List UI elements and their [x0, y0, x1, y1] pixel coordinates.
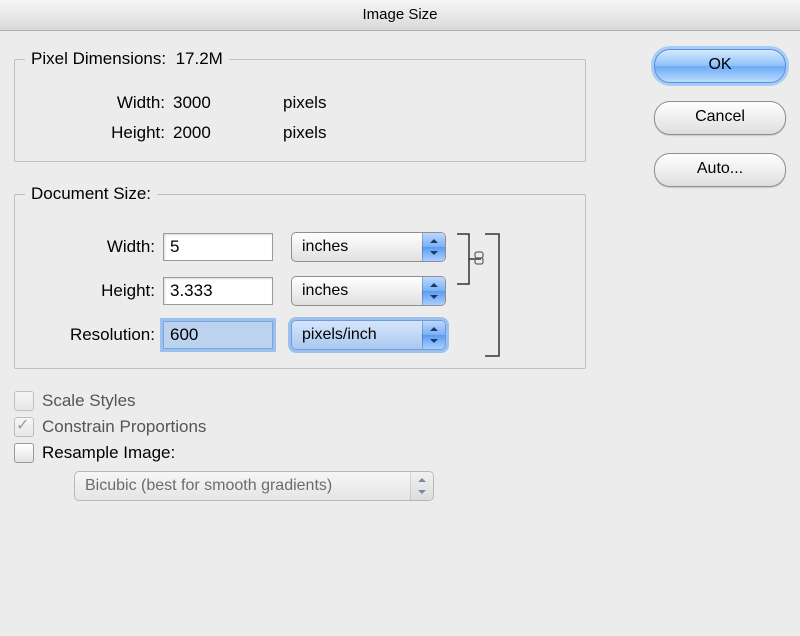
cancel-button[interactable]: Cancel [654, 101, 786, 135]
constrain-link-icon [455, 226, 525, 376]
document-size-group: Document Size: Width: [14, 184, 586, 369]
constrain-proportions-checkbox [14, 417, 34, 437]
resample-image-row: Resample Image: [14, 443, 586, 463]
pd-width-value: 3000 [173, 93, 283, 113]
height-input[interactable] [163, 277, 273, 305]
constrain-proportions-label: Constrain Proportions [42, 417, 206, 437]
pd-width-unit: pixels [283, 93, 326, 113]
pixel-dimensions-legend-prefix: Pixel Dimensions: [31, 49, 166, 68]
resample-image-label: Resample Image: [42, 443, 175, 463]
width-input[interactable] [163, 233, 273, 261]
stepper-icon [422, 321, 445, 349]
width-unit-select[interactable]: inches [291, 232, 446, 262]
constrain-proportions-row: Constrain Proportions [14, 417, 586, 437]
resolution-input[interactable] [163, 321, 273, 349]
stepper-icon [422, 233, 445, 261]
resolution-unit-value: pixels/inch [302, 326, 377, 344]
stepper-icon [410, 472, 433, 500]
pd-height-unit: pixels [283, 123, 326, 143]
pixel-dimensions-legend: Pixel Dimensions: 17.2M [25, 49, 229, 69]
scale-styles-row: Scale Styles [14, 391, 586, 411]
dialog-title: Image Size [0, 0, 800, 31]
ds-height-label: Height: [25, 281, 163, 301]
width-unit-value: inches [302, 238, 348, 256]
image-size-dialog: Image Size Pixel Dimensions: 17.2M Width… [0, 0, 800, 636]
ds-width-label: Width: [25, 237, 163, 257]
pixel-dimensions-size: 17.2M [176, 49, 223, 68]
scale-styles-checkbox [14, 391, 34, 411]
pd-width-label: Width: [25, 93, 173, 113]
ds-height-input-wrap [163, 277, 273, 305]
resample-method-value: Bicubic (best for smooth gradients) [85, 477, 332, 495]
pixel-dimensions-group: Pixel Dimensions: 17.2M Width: 3000 pixe… [14, 49, 586, 162]
height-unit-select[interactable]: inches [291, 276, 446, 306]
height-unit-value: inches [302, 282, 348, 300]
pd-height-label: Height: [25, 123, 173, 143]
ds-width-input-wrap [163, 233, 273, 261]
ds-resolution-label: Resolution: [25, 325, 163, 345]
ok-button[interactable]: OK [654, 49, 786, 83]
document-size-legend: Document Size: [25, 184, 157, 204]
stepper-icon [422, 277, 445, 305]
resolution-unit-select[interactable]: pixels/inch [291, 320, 446, 350]
scale-styles-label: Scale Styles [42, 391, 136, 411]
resample-image-checkbox[interactable] [14, 443, 34, 463]
resample-method-select: Bicubic (best for smooth gradients) [74, 471, 434, 501]
ds-resolution-input-wrap [163, 321, 273, 349]
auto-button[interactable]: Auto... [654, 153, 786, 187]
pd-height-value: 2000 [173, 123, 283, 143]
